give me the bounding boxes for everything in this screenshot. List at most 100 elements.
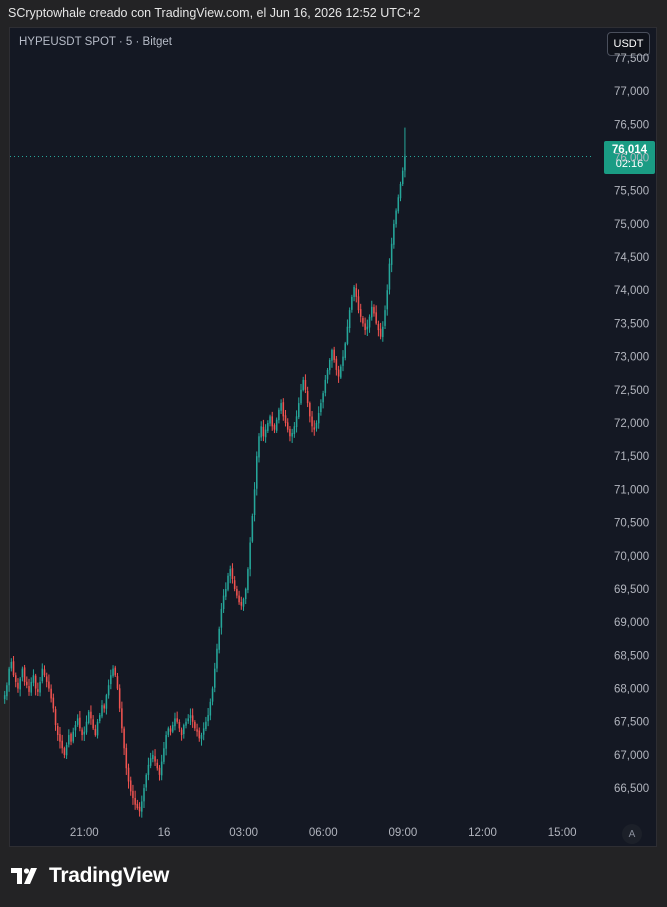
candle-body (81, 729, 83, 736)
candle-body (264, 429, 267, 438)
footer-logo: TradingView (11, 864, 169, 888)
candle-body (83, 731, 86, 735)
candle-body (87, 711, 90, 723)
candle-body (50, 688, 52, 699)
candle-body (209, 701, 212, 716)
candle-body (6, 685, 8, 697)
candle-body (156, 762, 159, 769)
candle-body (61, 740, 63, 749)
candle-body (59, 734, 61, 742)
candle-body (253, 489, 256, 516)
candle-body (286, 422, 289, 430)
y-tick-label: 67,500 (614, 717, 649, 729)
candle-body (386, 290, 389, 310)
candle-body (114, 667, 117, 676)
candle-body (145, 774, 147, 788)
candle-body (340, 366, 342, 378)
candle-body (317, 413, 320, 424)
candle-body (68, 735, 70, 745)
candle-body (368, 316, 371, 328)
candle-body (331, 349, 333, 361)
y-tick-label: 72,500 (614, 385, 649, 397)
candle-body (8, 668, 10, 686)
candle-body (127, 767, 130, 782)
tradingview-wordmark: TradingView (49, 864, 170, 887)
candle-body (76, 718, 79, 725)
candle-body (107, 685, 110, 696)
candle-body (43, 669, 46, 676)
candle-body (74, 725, 77, 731)
y-tick-label: 71,000 (614, 484, 649, 496)
candle-body (32, 675, 35, 683)
candle-body (48, 681, 50, 689)
candle-body (337, 369, 340, 377)
x-tick-label: 06:00 (309, 827, 338, 839)
tradingview-logo-icon (11, 868, 37, 884)
candle-body (99, 715, 101, 721)
candle-body (216, 648, 218, 669)
candle-body (366, 326, 369, 330)
candle-body (30, 681, 32, 693)
x-tick-label: 15:00 (548, 827, 577, 839)
candle-body (320, 403, 322, 413)
candle-body (284, 415, 287, 423)
candle-body (375, 312, 377, 324)
y-tick-label: 73,500 (614, 318, 649, 330)
candle-body (56, 726, 59, 736)
x-tick-label: 03:00 (229, 827, 258, 839)
candle-body (160, 761, 163, 776)
candle-body (123, 728, 125, 749)
candle-body (12, 661, 15, 676)
candle-body (328, 359, 331, 371)
candle-body (72, 731, 75, 742)
candle-body (379, 328, 382, 337)
candle-body (200, 735, 203, 739)
candle-body (189, 715, 192, 719)
candle-body (258, 436, 260, 458)
candle-body (220, 608, 223, 628)
candle-body (315, 423, 318, 429)
candle-body (191, 715, 194, 722)
y-tick-label: 76,000 (614, 152, 649, 164)
candle-body (169, 728, 172, 732)
y-tick-label: 68,000 (614, 684, 649, 696)
candle-body (96, 721, 99, 736)
candle-body (260, 426, 262, 438)
y-tick-label: 67,000 (614, 750, 649, 762)
y-tick-label: 76,500 (614, 119, 649, 131)
candle-body (271, 416, 274, 427)
candle-body (280, 403, 282, 411)
candle-body (14, 675, 17, 682)
candle-body (121, 708, 123, 729)
candle-body (311, 416, 313, 427)
candle-body (149, 758, 152, 766)
candle-body (141, 801, 143, 812)
candle-body (370, 306, 373, 318)
candle-body (227, 575, 229, 590)
candle-body (395, 210, 397, 225)
candle-body (70, 733, 72, 742)
candle-body (390, 243, 393, 265)
candle-body (116, 676, 119, 689)
y-tick-label: 72,000 (614, 418, 649, 430)
candle-body (198, 730, 201, 739)
y-tick-label: 73,000 (614, 352, 649, 364)
candle-body (21, 668, 24, 678)
y-tick-label: 66,500 (614, 783, 649, 795)
candle-body (110, 675, 112, 685)
candle-body (19, 678, 21, 690)
candle-body (28, 686, 30, 692)
candle-body (26, 681, 28, 686)
candle-body (255, 456, 258, 489)
y-tick-label: 75,500 (614, 186, 649, 198)
candle-body (180, 729, 183, 736)
candle-body (348, 310, 351, 329)
candle-body (103, 705, 105, 709)
candle-body (147, 764, 150, 775)
candlestick-chart[interactable]: 66,500 67,000 67,500 68,000 68,500 69,000 69,5… (0, 0, 667, 907)
candle-body (289, 428, 291, 437)
candle-body (353, 286, 355, 297)
candle-body (326, 369, 329, 380)
candle-body (174, 718, 176, 727)
candle-body (251, 515, 254, 542)
